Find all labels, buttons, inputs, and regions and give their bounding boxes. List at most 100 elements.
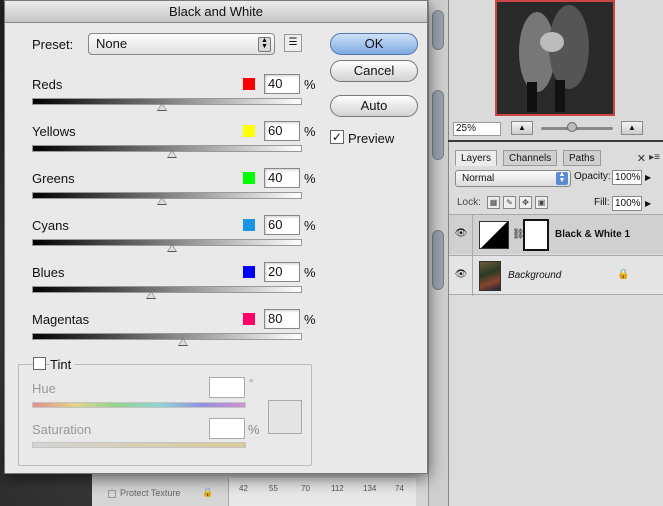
channel-slider-track[interactable] (32, 192, 302, 199)
lock-brush-icon[interactable]: ✎ (503, 196, 516, 209)
zoom-slider-track[interactable] (541, 127, 613, 130)
black-and-white-dialog: Black and White Preset: None ▲ ▼ ☰ OK Can… (4, 0, 428, 474)
adjustment-thumbnail[interactable] (479, 221, 509, 249)
chevron-right-icon[interactable]: ▶ (645, 199, 651, 208)
ruler-value: 70 (301, 484, 310, 493)
channel-slider-knob[interactable] (167, 244, 178, 252)
channel-value-input[interactable]: 60 (264, 215, 300, 235)
channel-slider-knob[interactable] (156, 197, 167, 205)
channel-slider-track[interactable] (32, 333, 302, 340)
channel-label: Greens (32, 171, 75, 186)
cancel-button[interactable]: Cancel (330, 60, 418, 82)
saturation-slider[interactable] (32, 442, 246, 448)
panel-scroll-column[interactable] (428, 0, 448, 506)
lock-move-icon[interactable]: ✥ (519, 196, 532, 209)
ruler-value: 74 (395, 484, 404, 493)
channel-value-input[interactable]: 40 (264, 74, 300, 94)
tab-channels[interactable]: Channels (503, 150, 558, 166)
close-icon[interactable]: ✕ (637, 152, 646, 165)
channel-color-swatch (243, 172, 255, 184)
hue-slider[interactable] (32, 402, 246, 408)
opacity-label: Opacity: (574, 171, 611, 182)
tint-color-swatch[interactable] (268, 400, 302, 434)
background-thumbnail[interactable] (479, 261, 501, 291)
chevron-updown-icon: ▲ ▼ (556, 171, 568, 185)
hue-unit: ° (249, 378, 254, 390)
channel-slider-knob[interactable] (167, 150, 178, 158)
channel-color-swatch (243, 266, 255, 278)
percent-label: % (304, 171, 316, 186)
layer-row-background[interactable]: 👁 Background 🔒 (449, 255, 663, 296)
layers-tab-bar: Layers Channels Paths ✕ ▸≡ (449, 150, 663, 166)
blend-mode-value: Normal (462, 173, 495, 184)
tab-layers[interactable]: Layers (455, 150, 498, 166)
lock-icon: 🔒 (202, 487, 214, 497)
layer-row-black-white[interactable]: 👁 ⛓ Black & White 1 (449, 214, 663, 255)
zoom-field[interactable]: 25% (453, 122, 501, 136)
percent-label: % (304, 312, 316, 327)
saturation-input[interactable] (209, 418, 245, 439)
ruler-value: 112 (331, 484, 344, 493)
layers-panel: Layers Channels Paths ✕ ▸≡ Normal ▲ ▼ Opa… (448, 142, 663, 506)
zoom-slider-knob[interactable] (567, 122, 577, 132)
lock-all-icon[interactable]: ▣ (535, 196, 548, 209)
percent-label: % (304, 77, 316, 92)
ruler-value: 42 (239, 484, 248, 493)
panel-menu-icon[interactable]: ▸≡ (649, 152, 660, 163)
preset-options-icon[interactable]: ☰ (284, 34, 302, 52)
chevron-updown-icon: ▲ ▼ (258, 37, 271, 52)
preset-select[interactable]: None ▲ ▼ (88, 33, 275, 55)
channel-value-input[interactable]: 40 (264, 168, 300, 188)
scroll-thumb[interactable] (432, 10, 444, 50)
zoom-out-icon[interactable]: ▲ (511, 121, 533, 135)
layer-name: Black & White 1 (555, 229, 631, 240)
percent-label: % (304, 124, 316, 139)
preset-label: Preset: (32, 37, 74, 52)
saturation-label: Saturation (32, 422, 92, 437)
scroll-thumb[interactable] (432, 230, 444, 290)
blend-mode-select[interactable]: Normal ▲ ▼ (455, 170, 571, 187)
scroll-thumb[interactable] (432, 90, 444, 160)
channel-label: Yellows (32, 124, 76, 139)
tint-checkbox[interactable] (33, 357, 46, 370)
channel-color-swatch (243, 125, 255, 137)
tint-label: Tint (50, 357, 76, 372)
auto-button[interactable]: Auto (330, 95, 418, 117)
channel-slider-knob[interactable] (178, 338, 189, 346)
fill-field[interactable]: 100% (612, 196, 642, 211)
navigator-preview[interactable] (495, 0, 615, 116)
tab-paths[interactable]: Paths (563, 150, 601, 166)
opacity-field[interactable]: 100% (612, 170, 642, 185)
channel-label: Cyans (32, 218, 69, 233)
dialog-title[interactable]: Black and White (5, 1, 427, 23)
channel-label: Reds (32, 77, 63, 92)
ruler-strip: 42 55 70 112 134 74 (228, 478, 416, 506)
preview-checkbox[interactable]: ✓ (330, 130, 344, 144)
hue-label: Hue (32, 381, 56, 396)
chevron-right-icon[interactable]: ▶ (645, 173, 651, 182)
channel-value-input[interactable]: 60 (264, 121, 300, 141)
saturation-unit: % (248, 422, 260, 437)
channel-color-swatch (243, 219, 255, 231)
percent-label: % (304, 265, 316, 280)
preset-value: None (96, 36, 128, 51)
eye-icon[interactable]: 👁 (453, 269, 469, 281)
ruler-value: 55 (269, 484, 278, 493)
channel-slider-track[interactable] (32, 286, 302, 293)
hue-input[interactable] (209, 377, 245, 398)
channel-slider-track[interactable] (32, 98, 302, 105)
ok-button[interactable]: OK (330, 33, 418, 55)
channel-value-input[interactable]: 80 (264, 309, 300, 329)
navigator-photo (497, 2, 613, 114)
layer-mask-thumbnail[interactable] (523, 219, 549, 251)
zoom-in-icon[interactable]: ▲ (621, 121, 643, 135)
lock-label: Lock: (457, 197, 481, 208)
eye-icon[interactable]: 👁 (453, 228, 469, 240)
channel-slider-knob[interactable] (145, 291, 156, 299)
percent-label: % (304, 218, 316, 233)
lock-transparent-icon[interactable]: ▦ (487, 196, 500, 209)
channel-color-swatch (243, 78, 255, 90)
channel-slider-knob[interactable] (156, 103, 167, 111)
channel-color-swatch (243, 313, 255, 325)
channel-value-input[interactable]: 20 (264, 262, 300, 282)
